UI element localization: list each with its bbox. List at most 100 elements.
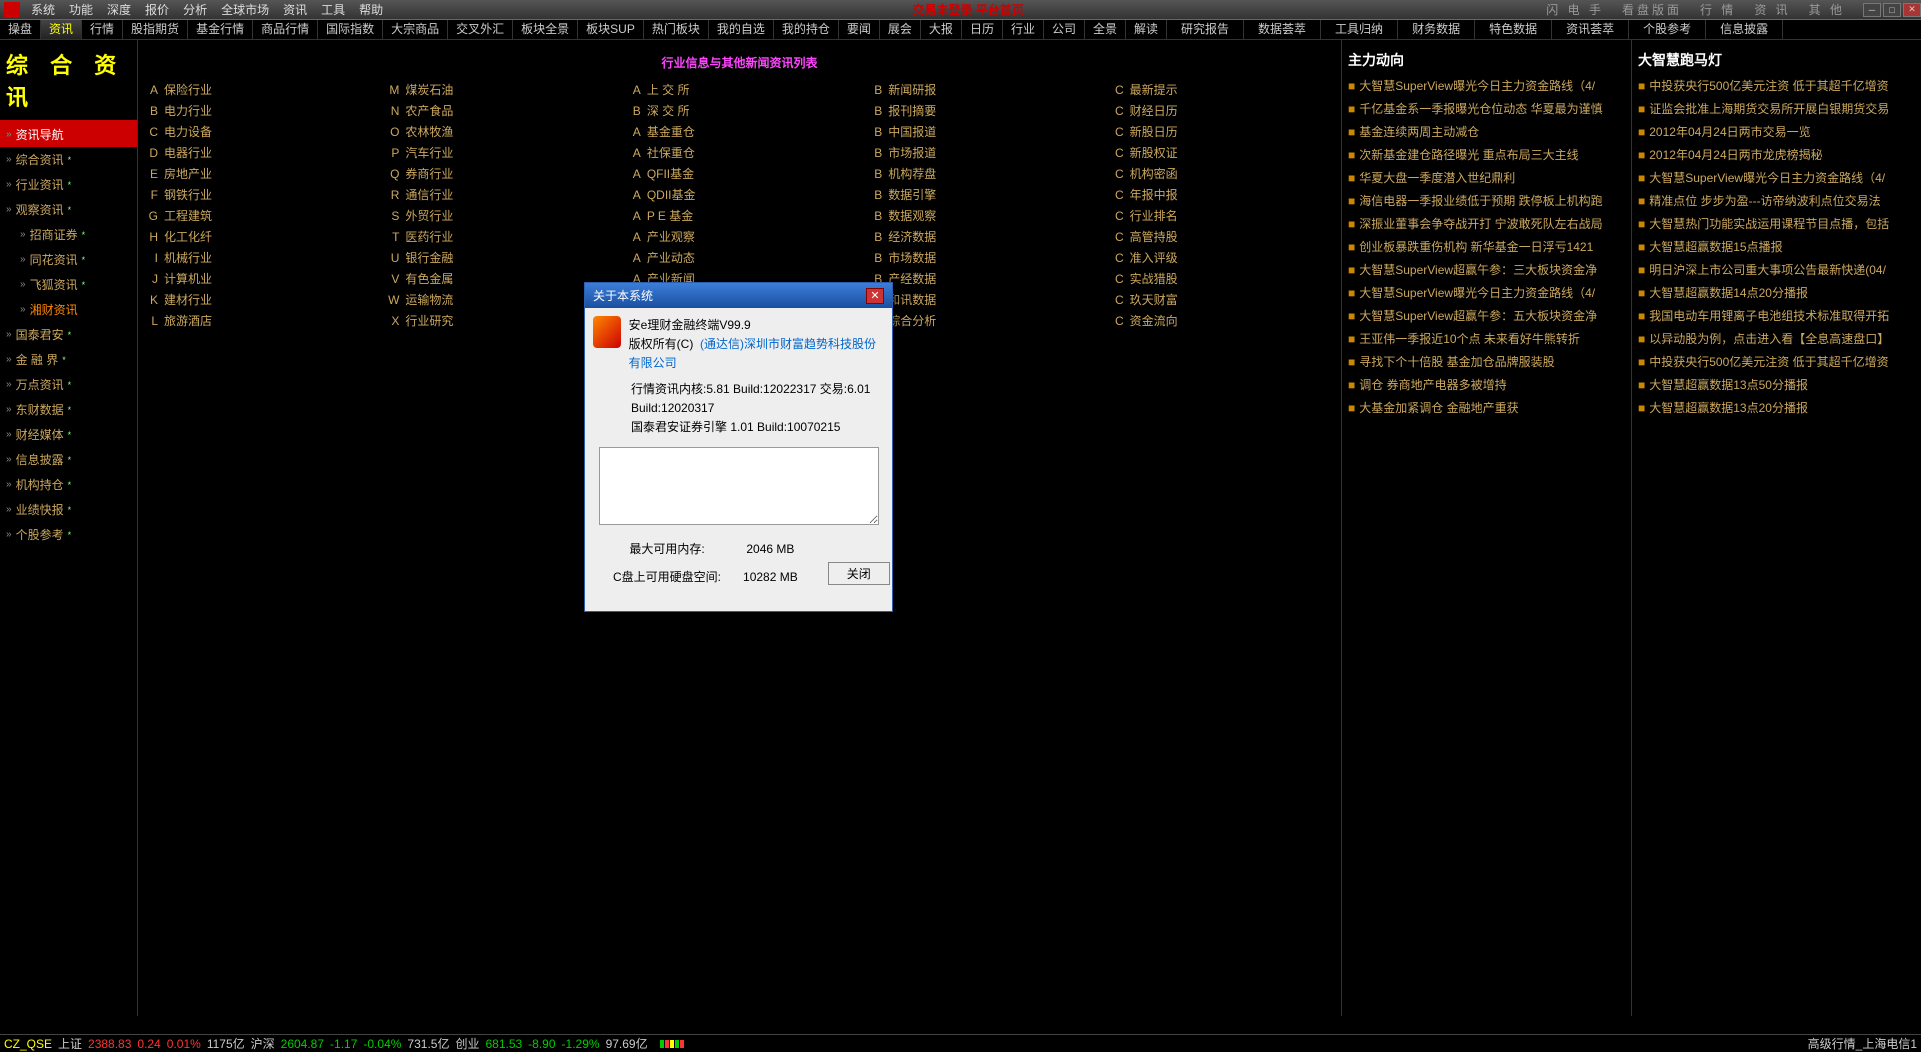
list-item-高管持股[interactable]: C高管持股 bbox=[1108, 226, 1337, 247]
news-item[interactable]: ■大基金加紧调仓 金融地产重获 bbox=[1346, 396, 1627, 419]
sidebar-item-综合资讯[interactable]: »综合资讯* bbox=[0, 147, 137, 172]
list-item-行业排名[interactable]: C行业排名 bbox=[1108, 205, 1337, 226]
tab-特色数据[interactable]: 特色数据 bbox=[1475, 20, 1552, 39]
list-item-经济数据[interactable]: B经济数据 bbox=[866, 226, 1095, 247]
news-item[interactable]: ■2012年04月24日两市交易一览 bbox=[1636, 120, 1917, 143]
menu-报价[interactable]: 报价 bbox=[138, 3, 176, 17]
tab-基金行情[interactable]: 基金行情 bbox=[188, 20, 253, 39]
sidebar-item-财经媒体[interactable]: »财经媒体* bbox=[0, 422, 137, 447]
tab-个股参考[interactable]: 个股参考 bbox=[1629, 20, 1706, 39]
list-item-房地产业[interactable]: E房地产业 bbox=[142, 163, 371, 184]
status-code[interactable]: CZ_QSE bbox=[4, 1037, 52, 1051]
news-item[interactable]: ■深振业董事会争夺战开打 宁波敢死队左右战局 bbox=[1346, 212, 1627, 235]
menu-分析[interactable]: 分析 bbox=[176, 3, 214, 17]
nav-资讯[interactable]: 资 讯 bbox=[1754, 1, 1790, 18]
tab-财务数据[interactable]: 财务数据 bbox=[1398, 20, 1475, 39]
dialog-textarea[interactable] bbox=[599, 447, 879, 525]
tab-操盘[interactable]: 操盘 bbox=[0, 20, 41, 39]
list-item-煤炭石油[interactable]: M煤炭石油 bbox=[383, 79, 612, 100]
menu-深度[interactable]: 深度 bbox=[100, 3, 138, 17]
list-item-建材行业[interactable]: K建材行业 bbox=[142, 289, 371, 310]
list-item-电力行业[interactable]: B电力行业 bbox=[142, 100, 371, 121]
sidebar-item-东财数据[interactable]: »东财数据* bbox=[0, 397, 137, 422]
list-item-钢铁行业[interactable]: F钢铁行业 bbox=[142, 184, 371, 205]
list-item-产经数据[interactable]: B产经数据 bbox=[866, 268, 1095, 289]
sh-index[interactable]: 2388.83 bbox=[88, 1037, 131, 1051]
news-item[interactable]: ■大智慧SuperView曝光今日主力资金路线（4/ bbox=[1346, 281, 1627, 304]
sidebar-item-飞狐资讯[interactable]: »飞狐资讯* bbox=[0, 272, 137, 297]
news-item[interactable]: ■次新基金建仓路径曝光 重点布局三大主线 bbox=[1346, 143, 1627, 166]
tab-国际指数[interactable]: 国际指数 bbox=[318, 20, 383, 39]
tab-资讯荟萃[interactable]: 资讯荟萃 bbox=[1552, 20, 1629, 39]
list-item-保险行业[interactable]: A保险行业 bbox=[142, 79, 371, 100]
news-item[interactable]: ■大智慧超赢数据14点20分播报 bbox=[1636, 281, 1917, 304]
sidebar-item-万点资讯[interactable]: »万点资讯* bbox=[0, 372, 137, 397]
list-item-综合分析[interactable]: B综合分析 bbox=[866, 310, 1095, 331]
nav-行情[interactable]: 行 情 bbox=[1700, 1, 1736, 18]
tab-大宗商品[interactable]: 大宗商品 bbox=[383, 20, 448, 39]
server-status[interactable]: 高级行情_上海电信1 bbox=[1808, 1035, 1917, 1052]
list-item-外贸行业[interactable]: S外贸行业 bbox=[383, 205, 612, 226]
list-item-有色金属[interactable]: V有色金属 bbox=[383, 268, 612, 289]
list-item-新闻研报[interactable]: B新闻研报 bbox=[866, 79, 1095, 100]
sidebar-item-招商证券[interactable]: »招商证券* bbox=[0, 222, 137, 247]
nav-其他[interactable]: 其 他 bbox=[1809, 1, 1845, 18]
list-item-运输物流[interactable]: W运输物流 bbox=[383, 289, 612, 310]
menu-系统[interactable]: 系统 bbox=[24, 3, 62, 17]
news-item[interactable]: ■我国电动车用锂离子电池组技术标准取得开拓 bbox=[1636, 304, 1917, 327]
list-item-年报中报[interactable]: C年报中报 bbox=[1108, 184, 1337, 205]
list-item-银行金融[interactable]: U银行金融 bbox=[383, 247, 612, 268]
tab-行情[interactable]: 行情 bbox=[82, 20, 123, 39]
list-item-化工化纤[interactable]: H化工化纤 bbox=[142, 226, 371, 247]
news-item[interactable]: ■大智慧SuperView超赢午参：五大板块资金净 bbox=[1346, 304, 1627, 327]
tab-交叉外汇[interactable]: 交叉外汇 bbox=[448, 20, 513, 39]
tab-研究报告[interactable]: 研究报告 bbox=[1167, 20, 1244, 39]
dialog-titlebar[interactable]: 关于本系统 ✕ bbox=[585, 283, 892, 308]
tab-工具归纳[interactable]: 工具归纳 bbox=[1321, 20, 1398, 39]
list-item-实战猎股[interactable]: C实战猎股 bbox=[1108, 268, 1337, 289]
list-item-数据观察[interactable]: B数据观察 bbox=[866, 205, 1095, 226]
news-item[interactable]: ■基金连续两周主动减仓 bbox=[1346, 120, 1627, 143]
nav-看盘版面[interactable]: 看盘版面 bbox=[1622, 1, 1682, 18]
list-item-深 交 所[interactable]: B深 交 所 bbox=[625, 100, 854, 121]
news-item[interactable]: ■证监会批准上海期货交易所开展白银期货交易 bbox=[1636, 97, 1917, 120]
list-item-最新提示[interactable]: C最新提示 bbox=[1108, 79, 1337, 100]
menu-帮助[interactable]: 帮助 bbox=[352, 3, 390, 17]
list-item-市场报道[interactable]: B市场报道 bbox=[866, 142, 1095, 163]
list-item-市场数据[interactable]: B市场数据 bbox=[866, 247, 1095, 268]
list-item-P E 基金[interactable]: AP E 基金 bbox=[625, 205, 854, 226]
list-item-电器行业[interactable]: D电器行业 bbox=[142, 142, 371, 163]
tab-公司[interactable]: 公司 bbox=[1044, 20, 1085, 39]
news-item[interactable]: ■大智慧超赢数据13点50分播报 bbox=[1636, 373, 1917, 396]
list-item-旅游酒店[interactable]: L旅游酒店 bbox=[142, 310, 371, 331]
tab-资讯[interactable]: 资讯 bbox=[41, 20, 82, 39]
close-button[interactable]: ✕ bbox=[1903, 3, 1921, 17]
sidebar-item-金 融 界[interactable]: »金 融 界* bbox=[0, 347, 137, 372]
list-item-产业动态[interactable]: A产业动态 bbox=[625, 247, 854, 268]
news-item[interactable]: ■中投获央行500亿美元注资 低于其超千亿增资 bbox=[1636, 350, 1917, 373]
tab-股指期货[interactable]: 股指期货 bbox=[123, 20, 188, 39]
sidebar-item-机构持仓[interactable]: »机构持仓* bbox=[0, 472, 137, 497]
tab-数据荟萃[interactable]: 数据荟萃 bbox=[1244, 20, 1321, 39]
sidebar-item-观察资讯[interactable]: »观察资讯* bbox=[0, 197, 137, 222]
list-item-中国报道[interactable]: B中国报道 bbox=[866, 121, 1095, 142]
news-item[interactable]: ■大智慧SuperView曝光今日主力资金路线（4/ bbox=[1346, 74, 1627, 97]
list-item-报刊摘要[interactable]: B报刊摘要 bbox=[866, 100, 1095, 121]
sidebar-item-同花资讯[interactable]: »同花资讯* bbox=[0, 247, 137, 272]
list-item-QDII基金[interactable]: AQDII基金 bbox=[625, 184, 854, 205]
list-item-工程建筑[interactable]: G工程建筑 bbox=[142, 205, 371, 226]
list-item-机构荐盘[interactable]: B机构荐盘 bbox=[866, 163, 1095, 184]
dialog-close-button[interactable]: 关闭 bbox=[828, 562, 890, 585]
list-item-医药行业[interactable]: T医药行业 bbox=[383, 226, 612, 247]
news-item[interactable]: ■王亚伟一季报近10个点 未来看好牛熊转折 bbox=[1346, 327, 1627, 350]
tab-板块SUP[interactable]: 板块SUP bbox=[578, 20, 644, 39]
news-item[interactable]: ■大智慧SuperView曝光今日主力资金路线（4/ bbox=[1636, 166, 1917, 189]
list-item-行业研究[interactable]: X行业研究 bbox=[383, 310, 612, 331]
dialog-close-icon[interactable]: ✕ bbox=[866, 288, 884, 304]
list-item-计算机业[interactable]: J计算机业 bbox=[142, 268, 371, 289]
maximize-button[interactable]: □ bbox=[1883, 3, 1901, 17]
sidebar-item-行业资讯[interactable]: »行业资讯* bbox=[0, 172, 137, 197]
tab-要闻[interactable]: 要闻 bbox=[839, 20, 880, 39]
list-item-券商行业[interactable]: Q券商行业 bbox=[383, 163, 612, 184]
news-item[interactable]: ■大智慧热门功能实战运用课程节目点播，包括 bbox=[1636, 212, 1917, 235]
